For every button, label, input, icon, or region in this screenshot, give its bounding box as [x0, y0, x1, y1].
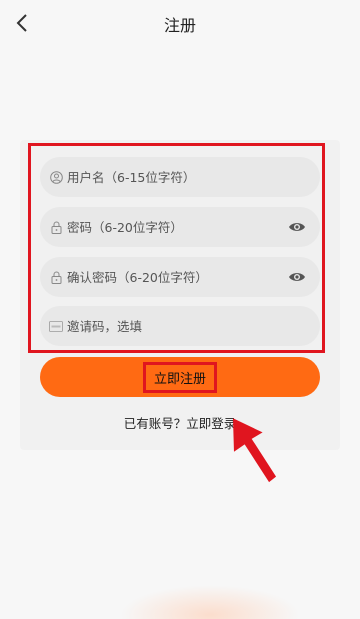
- page-title: 注册: [163, 16, 196, 35]
- bottom-glow: [120, 585, 300, 619]
- form-highlight-annotation: [28, 143, 325, 353]
- register-button-label: 立即注册: [142, 361, 217, 393]
- login-prompt-row: 已有账号？立即登录: [0, 413, 360, 432]
- register-button[interactable]: 立即注册: [40, 357, 320, 397]
- login-prompt-text: 已有账号？: [123, 416, 187, 431]
- login-link[interactable]: 立即登录: [186, 416, 236, 431]
- header: 注册: [0, 0, 360, 46]
- red-arrow-annotation: [232, 418, 277, 483]
